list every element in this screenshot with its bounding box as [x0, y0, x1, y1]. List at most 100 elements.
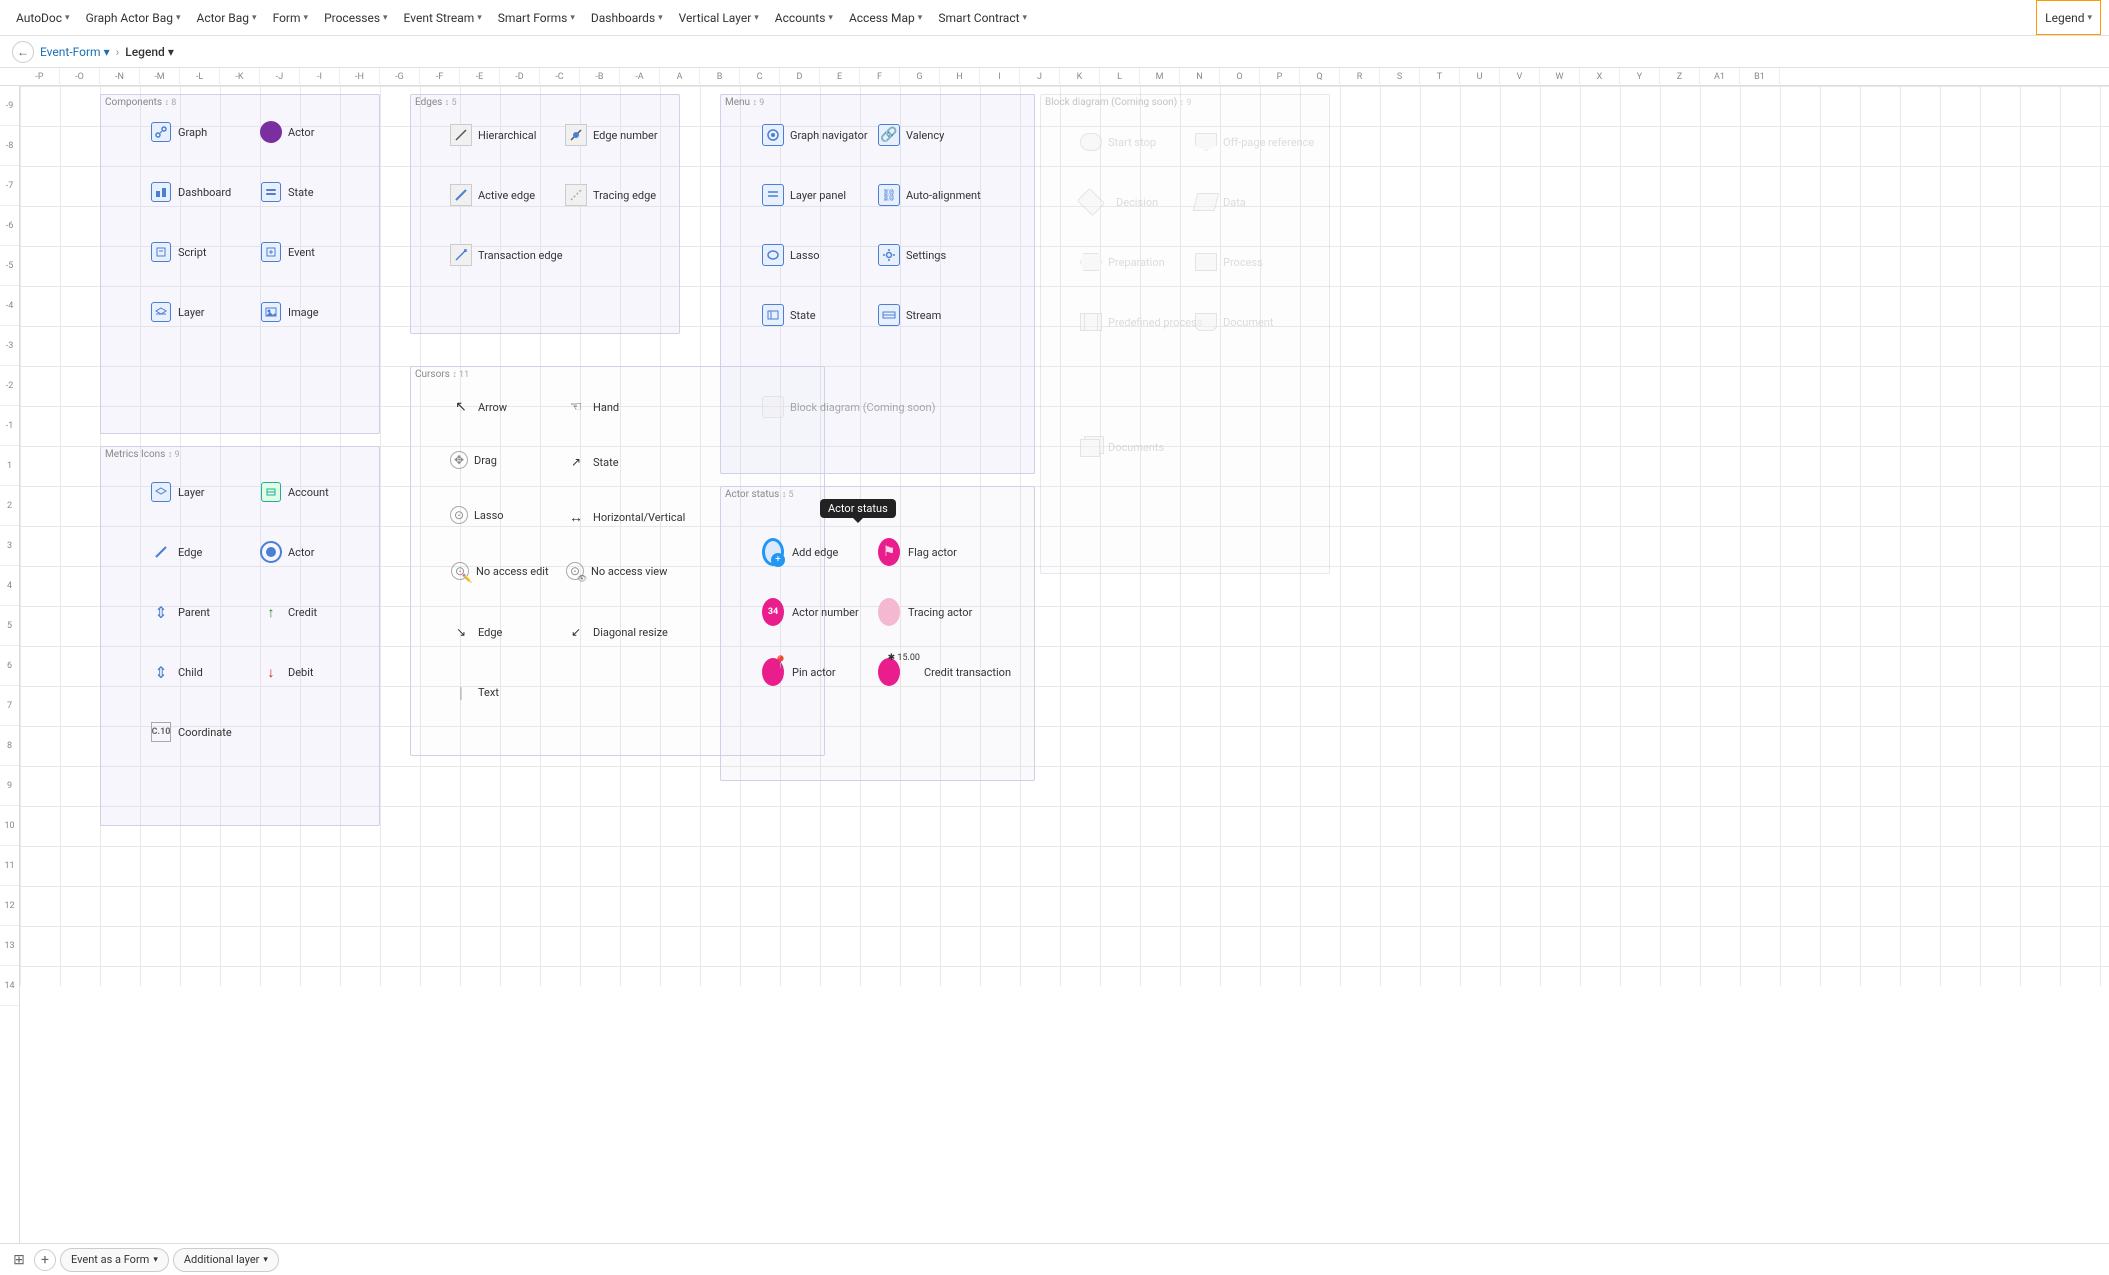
credit-transaction-label: Credit transaction: [924, 666, 1011, 679]
arrow-item[interactable]: ↖ Arrow: [450, 396, 507, 418]
state-cur-item[interactable]: ↗ State: [565, 451, 619, 473]
back-button[interactable]: ←: [12, 41, 34, 63]
off-page-icon: [1195, 131, 1217, 153]
state-item[interactable]: State: [260, 181, 314, 203]
breadcrumb-parent[interactable]: Event-Form ▾: [40, 45, 110, 59]
text-cur-item[interactable]: | Text: [450, 681, 499, 703]
credit-transaction-item[interactable]: ✱ 15.00 Credit transaction: [878, 661, 1011, 683]
parent-item[interactable]: ⇕ Parent: [150, 601, 210, 623]
account-item[interactable]: Account: [260, 481, 329, 503]
nav-item-dashboards[interactable]: Dashboards ▾: [583, 0, 671, 35]
add-tab-button[interactable]: +: [34, 1249, 56, 1271]
event-as-form-caret: ▾: [153, 1255, 158, 1265]
edge-number-item[interactable]: Edge number: [565, 124, 658, 146]
row-minus3: -3: [0, 326, 19, 366]
script-item[interactable]: Script: [150, 241, 206, 263]
canvas[interactable]: Components ↕ 8 Graph Actor: [20, 86, 2109, 1243]
edge-m-item[interactable]: Edge: [150, 541, 202, 563]
flag-actor-item[interactable]: ⚑ Flag actor: [878, 541, 957, 563]
account-label: Account: [288, 486, 329, 499]
horiz-vert-item[interactable]: ↔ Horizontal/Vertical: [565, 506, 685, 528]
child-item[interactable]: ⇕ Child: [150, 661, 203, 683]
event-item[interactable]: Event: [260, 241, 315, 263]
col-minus-j: -J: [260, 68, 300, 85]
state-icon: [260, 181, 282, 203]
state-menu-item[interactable]: State: [762, 304, 816, 326]
pin-actor-item[interactable]: 📍 Pin actor: [762, 661, 836, 683]
event-as-form-tab[interactable]: Event as a Form ▾: [60, 1248, 169, 1272]
nav-item-legend[interactable]: Legend ▾: [2036, 0, 2101, 35]
add-edge-item[interactable]: + Add edge: [762, 541, 838, 563]
breadcrumb-current-caret[interactable]: ▾: [168, 45, 174, 59]
lasso-item[interactable]: Lasso: [762, 244, 820, 266]
preparation-item: Preparation: [1080, 251, 1165, 273]
settings-item[interactable]: Settings: [878, 244, 946, 266]
block-diagram-section: Block diagram (Coming soon) ↕ 9: [1040, 94, 1330, 574]
nav-item-graph-actor-bag[interactable]: Graph Actor Bag ▾: [78, 0, 189, 35]
flag-actor-label: Flag actor: [908, 546, 957, 559]
layer-icon: [150, 301, 172, 323]
col-j: J: [1020, 68, 1060, 85]
stream-item[interactable]: Stream: [878, 304, 941, 326]
layers-icon[interactable]: ⊞: [8, 1249, 30, 1271]
valency-item[interactable]: 🔗 Valency: [878, 124, 944, 146]
auto-alignment-item[interactable]: ⛓ Auto-alignment: [878, 184, 981, 206]
account-icon: [260, 481, 282, 503]
diagonal-resize-item[interactable]: ↙ Diagonal resize: [565, 621, 668, 643]
edge-cur-item[interactable]: ↘ Edge: [450, 621, 502, 643]
actor-number-item[interactable]: 34 Actor number: [762, 601, 859, 623]
nav-item-smart-forms[interactable]: Smart Forms ▾: [490, 0, 583, 35]
coordinate-item[interactable]: C.10 Coordinate: [150, 721, 232, 743]
nav-item-processes[interactable]: Processes ▾: [316, 0, 395, 35]
nav-item-autodoc[interactable]: AutoDoc ▾: [8, 0, 78, 35]
nav-item-event-stream[interactable]: Event Stream ▾: [396, 0, 490, 35]
dashboard-item[interactable]: Dashboard: [150, 181, 231, 203]
nav-item-actor-bag[interactable]: Actor Bag ▾: [189, 0, 265, 35]
document-label: Document: [1223, 316, 1273, 329]
col-minus-k: -K: [220, 68, 260, 85]
hand-item[interactable]: ☜ Hand: [565, 396, 619, 418]
no-access-edit-icon: ⊙ ✏️: [450, 561, 470, 581]
graph-navigator-item[interactable]: Graph navigator: [762, 124, 868, 146]
no-access-view-label: No access view: [591, 565, 667, 578]
decision-icon: [1080, 191, 1102, 213]
transaction-edge-item[interactable]: Transaction edge: [450, 244, 563, 266]
nav-item-accounts[interactable]: Accounts ▾: [767, 0, 841, 35]
col-x: X: [1580, 68, 1620, 85]
row-minus9: -9: [0, 86, 19, 126]
nav-item-smart-contract[interactable]: Smart Contract ▾: [930, 0, 1035, 35]
credit-item[interactable]: ↑ Credit: [260, 601, 317, 623]
tracing-edge-item[interactable]: Tracing edge: [565, 184, 656, 206]
tracing-actor-item[interactable]: Tracing actor: [878, 601, 972, 623]
block-diagram-menu-item: Block diagram (Coming soon): [762, 396, 935, 418]
layer-item[interactable]: Layer: [150, 301, 205, 323]
no-access-edit-label: No access edit: [476, 565, 549, 578]
actor-item[interactable]: Actor: [260, 121, 314, 143]
active-edge-icon: [450, 184, 472, 206]
no-access-view-item[interactable]: ⊙ 👁 No access view: [565, 561, 667, 581]
parent-icon: ⇕: [150, 601, 172, 623]
hand-label: Hand: [593, 401, 619, 414]
actor-m-item[interactable]: Actor: [260, 541, 314, 563]
active-edge-item[interactable]: Active edge: [450, 184, 535, 206]
add-edge-label: Add edge: [792, 546, 838, 559]
additional-layer-tab[interactable]: Additional layer ▾: [173, 1248, 279, 1272]
hierarchical-item[interactable]: Hierarchical: [450, 124, 536, 146]
nav-item-form[interactable]: Form ▾: [265, 0, 316, 35]
graph-item[interactable]: Graph: [150, 121, 207, 143]
nav-item-access-map[interactable]: Access Map ▾: [841, 0, 930, 35]
col-g: G: [900, 68, 940, 85]
drag-item[interactable]: ✥ Drag: [450, 451, 497, 469]
lasso-cur-item[interactable]: ⊙ Lasso: [450, 506, 504, 524]
nav-item-vertical-layer[interactable]: Vertical Layer ▾: [671, 0, 767, 35]
layer-panel-item[interactable]: Layer panel: [762, 184, 846, 206]
additional-layer-caret: ▾: [263, 1255, 268, 1265]
no-access-edit-item[interactable]: ⊙ ✏️ No access edit: [450, 561, 549, 581]
edge-m-icon: [150, 541, 172, 563]
preparation-label: Preparation: [1108, 256, 1165, 269]
pin-actor-label: Pin actor: [792, 666, 836, 679]
layer-m-item[interactable]: Layer: [150, 481, 205, 503]
image-item[interactable]: Image: [260, 301, 319, 323]
valency-icon: 🔗: [878, 124, 900, 146]
debit-item[interactable]: ↓ Debit: [260, 661, 314, 683]
